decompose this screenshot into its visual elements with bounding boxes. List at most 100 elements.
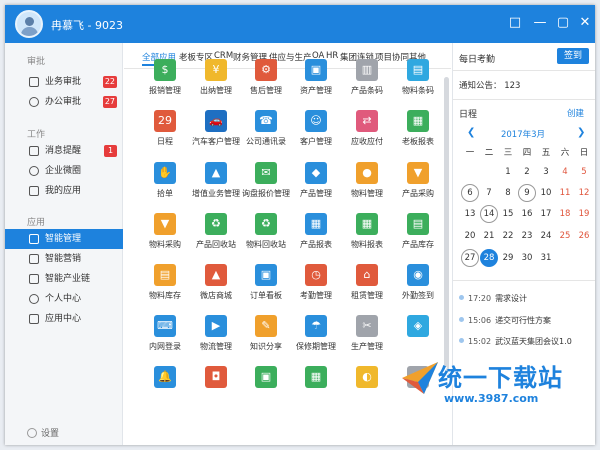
app-tile[interactable]: ◉ 外勤签到	[391, 260, 445, 310]
app-tile[interactable]: ☎ 公司通讯录	[239, 106, 293, 156]
app-tile[interactable]: ♻ 产品回收站	[189, 209, 243, 259]
sidebar-item-business-approval[interactable]: 业务审批 22	[5, 72, 123, 92]
calendar-day[interactable]: 13	[461, 205, 479, 223]
calendar-day[interactable]: 10	[537, 184, 555, 202]
app-tile[interactable]: ▣	[239, 362, 293, 412]
calendar-day[interactable]: 23	[518, 227, 536, 245]
app-tile[interactable]: $ 报销管理	[138, 55, 192, 105]
app-tile[interactable]: ▲ 增值业务管理	[189, 158, 243, 208]
scrollbar[interactable]	[444, 77, 449, 377]
calendar-day[interactable]: 27	[461, 249, 479, 267]
sidebar-item-smart-marketing[interactable]: 智能营销	[5, 249, 123, 269]
calendar-day-today[interactable]: 28	[480, 249, 498, 267]
app-tile[interactable]: ▼ 物料采购	[138, 209, 192, 259]
calendar-day[interactable]: 29	[499, 249, 517, 267]
app-tile[interactable]: ▣ 订单看板	[239, 260, 293, 310]
app-tile[interactable]: ⚙ 售后管理	[239, 55, 293, 105]
sidebar-item-enterprise-circle[interactable]: 企业微圈	[5, 161, 123, 181]
app-tile[interactable]: ✉ 询盘报价管理	[239, 158, 293, 208]
close-button[interactable]: ✕	[575, 13, 595, 33]
settings-button[interactable]: 设置	[27, 426, 59, 439]
calendar-day[interactable]: 18	[556, 205, 574, 223]
calendar-day[interactable]: 3	[537, 163, 555, 181]
event-item[interactable]: 15:02 武汉蓝天集团会议1.0	[459, 336, 572, 347]
app-tile[interactable]: ▦ 物料报表	[340, 209, 394, 259]
event-item[interactable]: 15:06 递交可行性方案	[459, 315, 551, 326]
app-tile[interactable]: ▦	[289, 362, 343, 412]
minimize-button[interactable]: —	[530, 13, 550, 33]
calendar-day[interactable]: 1	[499, 163, 517, 181]
app-tile[interactable]: ▶ 物流管理	[189, 311, 243, 361]
sidebar-item-message-reminder[interactable]: 消息提醒 1	[5, 141, 123, 161]
chevron-left-icon[interactable]: ❮	[467, 127, 475, 138]
sidebar-item-personal-center[interactable]: 个人中心	[5, 289, 123, 309]
calendar-day[interactable]: 31	[537, 249, 555, 267]
sidebar-item-smart-management[interactable]: 智能管理	[5, 229, 123, 249]
app-tile[interactable]: 🔔	[138, 362, 192, 412]
app-tile[interactable]: ⌨ 内网登录	[138, 311, 192, 361]
app-tile[interactable]: ✋ 拾单	[138, 158, 192, 208]
app-tile[interactable]: ▲ 微店商城	[189, 260, 243, 310]
calendar-day[interactable]: 20	[461, 227, 479, 245]
calendar-day[interactable]: 19	[575, 205, 593, 223]
sidebar-item-my-apps[interactable]: 我的应用	[5, 181, 123, 201]
calendar-day[interactable]: 7	[480, 184, 498, 202]
app-tile[interactable]: ▤ 产品库存	[391, 209, 445, 259]
calendar-day[interactable]: 12	[575, 184, 593, 202]
app-tile[interactable]: ✂ 生产管理	[340, 311, 394, 361]
app-tile[interactable]: ◘	[189, 362, 243, 412]
avatar[interactable]	[15, 10, 43, 38]
skin-icon[interactable]: □	[505, 13, 525, 33]
sign-in-button[interactable]: 签到	[557, 48, 589, 64]
app-tile[interactable]: ☺ 客户管理	[289, 106, 343, 156]
calendar-day[interactable]: 26	[575, 227, 593, 245]
app-tile[interactable]: ▤ 物料条码	[391, 55, 445, 105]
message-icon	[29, 146, 39, 156]
app-tile[interactable]: ♻ 物料回收站	[239, 209, 293, 259]
calendar-day[interactable]: 14	[480, 205, 498, 223]
calendar-day[interactable]: 11	[556, 184, 574, 202]
app-tile[interactable]: 29 日程	[138, 106, 192, 156]
app-tile[interactable]: ◷ 考勤管理	[289, 260, 343, 310]
app-tile[interactable]: ▤ 物料库存	[138, 260, 192, 310]
calendar-day[interactable]: 30	[518, 249, 536, 267]
notice-text[interactable]: 通知公告： 123	[459, 79, 520, 91]
app-tile[interactable]: ◆ 产品管理	[289, 158, 343, 208]
circle-icon	[29, 166, 39, 176]
event-item[interactable]: 17:20 需求设计	[459, 293, 527, 304]
calendar-day[interactable]: 6	[461, 184, 479, 202]
calendar-day[interactable]: 24	[537, 227, 555, 245]
calendar-day[interactable]: 25	[556, 227, 574, 245]
watermark-logo-icon	[402, 362, 438, 394]
calendar-day[interactable]: 2	[518, 163, 536, 181]
app-tile[interactable]: 🚗 汽车客户管理	[189, 106, 243, 156]
sidebar-item-app-center[interactable]: 应用中心	[5, 309, 123, 329]
calendar-day[interactable]: 22	[499, 227, 517, 245]
calendar-day[interactable]: 8	[499, 184, 517, 202]
sidebar-item-smart-industry-chain[interactable]: 智能产业链	[5, 269, 123, 289]
app-tile[interactable]: ⌂ 租赁管理	[340, 260, 394, 310]
calendar-day[interactable]: 4	[556, 163, 574, 181]
app-tile[interactable]: ⇄ 应收应付	[340, 106, 394, 156]
maximize-button[interactable]: ▢	[553, 13, 573, 33]
chevron-right-icon[interactable]: ❯	[577, 127, 585, 138]
app-tile[interactable]: ✎ 知识分享	[239, 311, 293, 361]
create-schedule-link[interactable]: 创建	[567, 107, 584, 119]
app-tile[interactable]: ▦ 产品报表	[289, 209, 343, 259]
calendar-day[interactable]: 5	[575, 163, 593, 181]
calendar-day[interactable]: 15	[499, 205, 517, 223]
calendar-day[interactable]: 16	[518, 205, 536, 223]
app-tile[interactable]: ◐	[340, 362, 394, 412]
app-tile[interactable]: ▼ 产品采购	[391, 158, 445, 208]
calendar-day[interactable]: 9	[518, 184, 536, 202]
app-tile[interactable]: ¥ 出纳管理	[189, 55, 243, 105]
app-tile[interactable]: ▥ 产品条码	[340, 55, 394, 105]
app-tile[interactable]: ● 物料管理	[340, 158, 394, 208]
app-tile[interactable]: ▦ 老板报表	[391, 106, 445, 156]
calendar-day[interactable]: 17	[537, 205, 555, 223]
app-tile[interactable]: ☂ 保修期管理	[289, 311, 343, 361]
app-tile[interactable]: ▣ 资产管理	[289, 55, 343, 105]
calendar-day[interactable]: 21	[480, 227, 498, 245]
sidebar-item-office-approval[interactable]: 办公审批 27	[5, 92, 123, 112]
apps-icon	[29, 314, 39, 324]
